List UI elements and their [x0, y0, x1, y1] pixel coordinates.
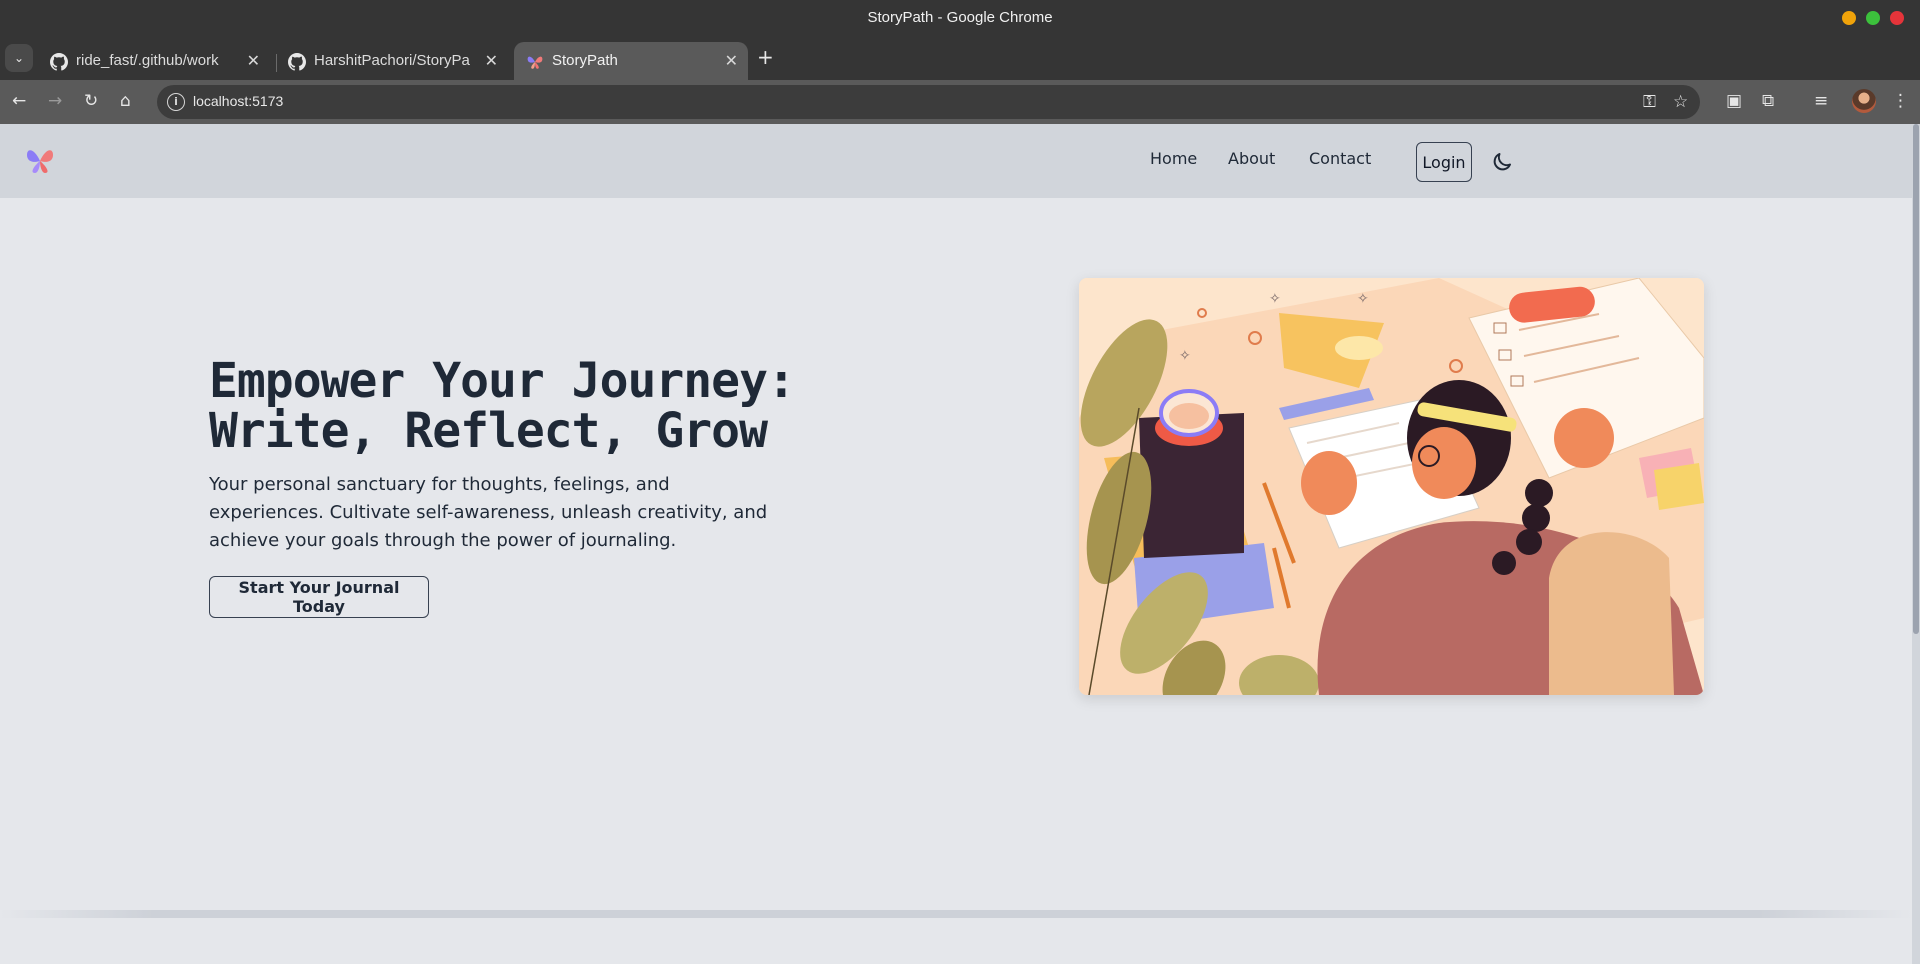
tab-storypath-repo[interactable]: HarshitPachori/StoryPa ✕ [276, 42, 508, 80]
tab-label: StoryPath [552, 52, 618, 69]
tab-search-button[interactable]: ⌄ [5, 44, 33, 72]
password-key-icon[interactable]: ⚿ [1643, 92, 1656, 112]
nav-link-about[interactable]: About [1228, 149, 1275, 168]
hero-subtitle: Your personal sanctuary for thoughts, fe… [209, 474, 768, 551]
forward-icon[interactable]: → [48, 90, 62, 112]
tab-strip: ⌄ ride_fast/.github/work ✕ HarshitPachor… [0, 36, 1920, 80]
window-titlebar: StoryPath - Google Chrome [0, 0, 1920, 36]
nav-link-contact[interactable]: Contact [1309, 149, 1371, 168]
home-icon[interactable]: ⌂ [120, 90, 131, 112]
butterfly-logo-icon[interactable] [24, 144, 56, 176]
back-icon[interactable]: ← [12, 90, 26, 112]
svg-text:✧: ✧ [1179, 348, 1191, 364]
github-icon [50, 53, 68, 71]
login-button[interactable]: Login [1416, 142, 1472, 182]
media-controls-icon[interactable]: ≡ [1814, 90, 1828, 112]
close-tab-icon[interactable]: ✕ [485, 51, 498, 71]
bookmark-star-icon[interactable]: ☆ [1673, 92, 1688, 112]
minimize-button[interactable] [1842, 11, 1856, 25]
scrollbar-thumb[interactable] [1913, 124, 1919, 634]
side-panel-icon[interactable]: ▣ [1726, 90, 1742, 112]
hero-title-line1: Empower Your Journey: [209, 353, 796, 409]
profile-avatar[interactable] [1852, 89, 1876, 113]
browser-toolbar: ← → ↻ ⌂ i localhost:5173 ⚿ ☆ ▣ ⧉ ≡ ⋮ [0, 80, 1920, 124]
site-navbar: Home About Contact Login [0, 124, 1912, 198]
page-scrollbar[interactable] [1912, 124, 1920, 964]
tab-label: HarshitPachori/StoryPa [314, 52, 470, 69]
maximize-button[interactable] [1866, 11, 1880, 25]
window-title: StoryPath - Google Chrome [867, 9, 1053, 26]
github-icon [288, 53, 306, 71]
close-window-button[interactable] [1890, 11, 1904, 25]
section-divider [0, 910, 1912, 918]
journaling-illustration: ✧ ✧ ✧ [1079, 278, 1704, 695]
reload-icon[interactable]: ↻ [84, 90, 98, 112]
butterfly-logo-icon [527, 56, 543, 69]
close-tab-icon[interactable]: ✕ [725, 51, 738, 71]
hero-title-line2: Write, Reflect, Grow [209, 403, 768, 459]
hero-title: Empower Your Journey: Write, Reflect, Gr… [209, 356, 829, 456]
close-tab-icon[interactable]: ✕ [247, 51, 260, 71]
tab-storypath[interactable]: StoryPath ✕ [514, 42, 748, 80]
site-info-icon[interactable]: i [167, 93, 185, 111]
new-tab-button[interactable]: + [757, 45, 774, 69]
start-journal-button[interactable]: Start Your Journal Today [209, 576, 429, 618]
svg-text:✧: ✧ [1269, 291, 1281, 307]
page-viewport: Home About Contact Login Empower Your Jo… [0, 124, 1920, 964]
nav-link-home[interactable]: Home [1150, 149, 1197, 168]
hero-illustration: ✧ ✧ ✧ [1079, 278, 1704, 695]
svg-text:✧: ✧ [1357, 291, 1369, 307]
menu-icon[interactable]: ⋮ [1892, 90, 1909, 112]
moon-icon[interactable] [1490, 150, 1514, 174]
tab-label: ride_fast/.github/work [76, 52, 219, 69]
extensions-icon[interactable]: ⧉ [1762, 90, 1774, 112]
tab-ride-fast[interactable]: ride_fast/.github/work ✕ [38, 42, 270, 80]
address-bar[interactable]: i localhost:5173 ⚿ ☆ [157, 85, 1700, 119]
url-text[interactable]: localhost:5173 [193, 93, 283, 109]
